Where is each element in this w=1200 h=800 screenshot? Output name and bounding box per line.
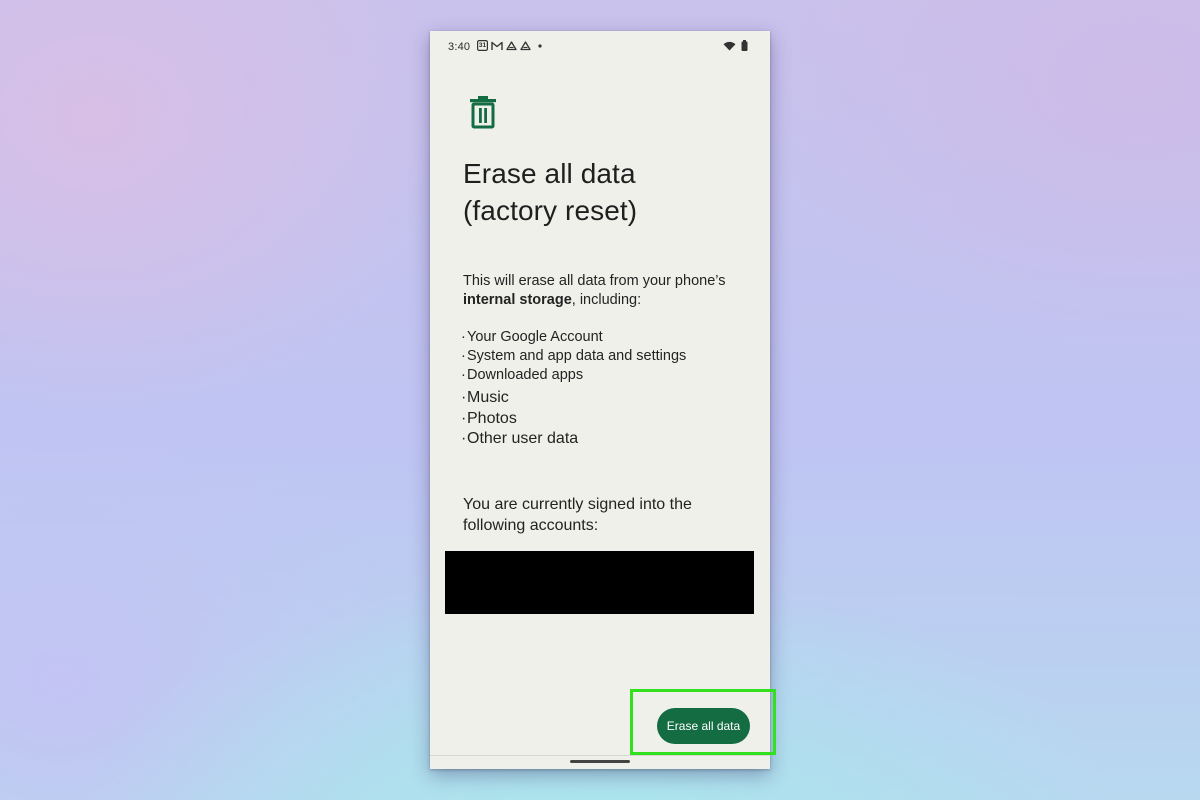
list-item: Other user data [461,429,686,450]
internal-storage-text: internal storage [463,292,572,308]
system-icons [723,40,748,54]
dot-icon [538,43,542,48]
page-title-line: (factory reset) [463,195,638,226]
page-title-line: Erase all data [463,158,636,189]
list-item: Downloaded apps [461,366,686,385]
phone-screen: 3:40 31 Erase all data (factory reset) T… [430,31,770,769]
calendar-day: 31 [478,42,487,49]
redacted-account-list [445,551,754,614]
erase-all-data-button[interactable]: Erase all data [657,708,750,744]
wifi-icon [723,41,736,54]
signed-in-accounts-text: You are currently signed into the follow… [463,495,753,536]
erased-data-list: Your Google Account System and app data … [461,328,686,450]
bottom-divider [430,755,770,756]
drive-icon [520,40,531,51]
notification-icons: 31 [477,40,542,51]
intro-text: This will erase all data from your phone… [463,272,758,310]
intro-text-end: , including: [571,292,642,308]
gesture-nav-handle[interactable] [570,760,630,763]
list-item: Music [461,388,686,409]
battery-icon [741,40,748,54]
page-title: Erase all data (factory reset) [463,155,753,229]
signed-in-line: following accounts: [463,516,599,534]
trash-icon [469,95,497,129]
list-item: System and app data and settings [461,347,686,366]
list-item: Photos [461,409,686,430]
gmail-icon [491,41,503,51]
list-item: Your Google Account [461,328,686,347]
status-time: 3:40 [448,41,471,53]
signed-in-line: You are currently signed into the [463,496,692,513]
drive-icon [506,40,517,51]
status-bar: 3:40 31 [430,31,770,65]
intro-text-start: This will erase all data from your phone… [463,273,726,289]
calendar-icon: 31 [477,40,488,51]
